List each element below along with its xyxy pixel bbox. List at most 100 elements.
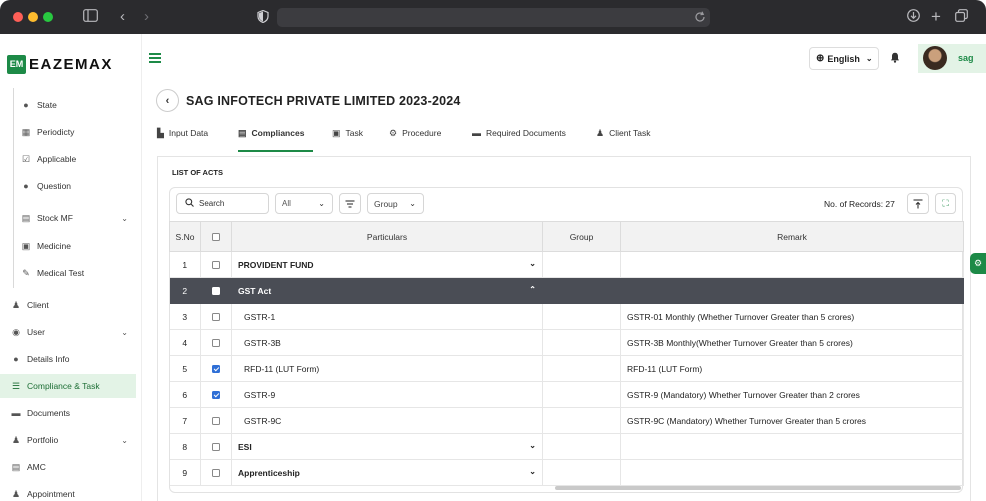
- settings-side-tab[interactable]: ⚙: [970, 253, 986, 274]
- table-row[interactable]: 8 ESI ⌄: [169, 433, 964, 460]
- list-title: LIST OF ACTS: [172, 168, 223, 177]
- sidebar-item-documents[interactable]: ▬ Documents: [0, 401, 136, 425]
- sidebar-item-compliance-task[interactable]: ☰ Compliance & Task: [0, 374, 136, 398]
- tab-input-data[interactable]: ▙ Input Data: [157, 128, 208, 152]
- language-select[interactable]: ⊕ English ⌄: [809, 47, 879, 70]
- back-arrow-icon[interactable]: ‹: [120, 9, 125, 25]
- chevron-down-icon[interactable]: ⌄: [529, 259, 536, 268]
- tab-required-documents[interactable]: ▬ Required Documents: [472, 128, 566, 152]
- row-checkbox[interactable]: [212, 443, 220, 452]
- tab-client-task[interactable]: ♟ Client Task: [596, 128, 651, 152]
- sidebar-item-portfolio[interactable]: ♟ Portfolio ⌄: [0, 428, 136, 452]
- stock-icon: ▤: [21, 212, 31, 223]
- table-row[interactable]: 5 RFD-11 (LUT Form) RFD-11 (LUT Form): [169, 355, 964, 382]
- notification-bell-icon[interactable]: [890, 52, 900, 66]
- chevron-down-icon[interactable]: ⌄: [529, 441, 536, 450]
- info-icon: ●: [13, 354, 19, 364]
- logo-mark: EM: [7, 54, 26, 74]
- chevron-down-icon: ⌄: [865, 54, 873, 63]
- row-checkbox[interactable]: [212, 391, 220, 400]
- row-checkbox[interactable]: [212, 339, 220, 348]
- column-header-select[interactable]: [200, 221, 232, 252]
- user-menu[interactable]: sag: [918, 44, 986, 73]
- sidebar-item-periodicty[interactable]: ▦ Periodicty: [0, 120, 136, 144]
- filter-button[interactable]: [339, 193, 361, 214]
- required-documents-icon: ▬: [472, 128, 481, 138]
- sort-button[interactable]: [907, 193, 929, 214]
- forward-arrow-icon[interactable]: ›: [144, 9, 149, 25]
- chevron-down-icon: ⌄: [121, 213, 128, 223]
- row-group: [542, 381, 621, 408]
- table-row[interactable]: 1 PROVIDENT FUND ⌄: [169, 251, 964, 278]
- sidebar-item-label: Appointment: [27, 489, 75, 499]
- row-sno: 4: [169, 329, 201, 356]
- table-row[interactable]: 2 GST Act ⌃: [169, 277, 964, 304]
- sidebar-item-medical-test[interactable]: ✎ Medical Test: [0, 261, 136, 285]
- sidebar-item-user[interactable]: ◉ User ⌄: [0, 320, 136, 344]
- logo[interactable]: EM EAZEMAX: [7, 54, 113, 74]
- row-checkbox[interactable]: [212, 365, 220, 374]
- table-row[interactable]: 9 Apprenticeship ⌄: [169, 459, 964, 486]
- row-group: [542, 329, 621, 356]
- table-row[interactable]: 3 GSTR-1 GSTR-01 Monthly (Whether Turnov…: [169, 303, 964, 330]
- table-row[interactable]: 4 GSTR-3B GSTR-3B Monthly(Whether Turnov…: [169, 329, 964, 356]
- back-button[interactable]: ‹: [156, 89, 179, 112]
- row-sno: 2: [169, 277, 201, 304]
- tab-label: Required Documents: [486, 128, 566, 138]
- maximize-window-button[interactable]: [43, 12, 53, 22]
- minimize-window-button[interactable]: [28, 12, 38, 22]
- row-particulars: Apprenticeship: [238, 467, 300, 478]
- tab-label: Task: [345, 128, 363, 138]
- address-bar[interactable]: [277, 8, 710, 27]
- sidebar-item-applicable[interactable]: ☑ Applicable: [0, 147, 136, 171]
- status-filter-value: All: [282, 199, 291, 208]
- sidebar-item-stock-mf[interactable]: ▤ Stock MF ⌄: [0, 206, 136, 230]
- table-row[interactable]: 6 GSTR-9 GSTR-9 (Mandatory) Whether Turn…: [169, 381, 964, 408]
- status-filter-select[interactable]: All ⌄: [275, 193, 333, 214]
- group-select[interactable]: Group ⌄: [367, 193, 424, 214]
- row-remark: [620, 251, 964, 278]
- row-remark: [620, 459, 964, 486]
- row-sno: 3: [169, 303, 201, 330]
- row-checkbox[interactable]: [212, 287, 220, 296]
- row-checkbox[interactable]: [212, 313, 220, 322]
- row-checkbox[interactable]: [212, 417, 220, 426]
- fullscreen-button[interactable]: ⛶: [935, 193, 956, 214]
- horizontal-scrollbar[interactable]: [555, 486, 961, 490]
- chevron-up-icon[interactable]: ⌃: [529, 285, 536, 294]
- shield-icon[interactable]: [257, 10, 269, 23]
- download-icon[interactable]: [907, 9, 920, 25]
- tab-task[interactable]: ▣ Task: [332, 128, 363, 152]
- row-checkbox[interactable]: [212, 469, 220, 478]
- sidebar-item-details-info[interactable]: ● Details Info: [0, 347, 136, 371]
- reload-icon[interactable]: [694, 11, 706, 23]
- client-task-icon: ♟: [596, 128, 605, 138]
- sidebar-item-question[interactable]: ● Question: [0, 174, 136, 198]
- table-row[interactable]: 7 GSTR-9C GSTR-9C (Mandatory) Whether Tu…: [169, 407, 964, 434]
- calendar-icon: ▦: [21, 126, 31, 137]
- new-tab-icon[interactable]: +: [931, 8, 941, 25]
- search-placeholder: Search: [199, 199, 225, 208]
- sidebar-item-label: Portfolio: [27, 435, 59, 445]
- tab-compliances[interactable]: ▤ Compliances: [238, 128, 313, 152]
- sidebar-item-client[interactable]: ♟ Client: [0, 293, 136, 317]
- sidebar-item-appointment[interactable]: ♟ Appointment: [0, 482, 136, 501]
- row-particulars: ESI: [238, 441, 252, 452]
- tab-overview-icon[interactable]: [955, 9, 968, 25]
- sidebar-toggle-icon[interactable]: [83, 9, 98, 25]
- sidebar-item-medicine[interactable]: ▣ Medicine: [0, 234, 136, 258]
- sidebar-item-label: AMC: [27, 462, 46, 472]
- sidebar-item-label: State: [37, 100, 57, 110]
- tab-procedure[interactable]: ⚙ Procedure: [389, 128, 441, 152]
- chevron-down-icon[interactable]: ⌄: [529, 467, 536, 476]
- tab-label: Procedure: [402, 128, 442, 138]
- row-remark: RFD-11 (LUT Form): [620, 355, 964, 382]
- row-checkbox[interactable]: [212, 261, 220, 270]
- close-window-button[interactable]: [13, 12, 23, 22]
- input-data-icon: ▙: [157, 128, 164, 138]
- sidebar-item-state[interactable]: ● State: [0, 93, 136, 117]
- menu-toggle-icon[interactable]: [149, 53, 161, 63]
- sidebar-item-amc[interactable]: ▤ AMC: [0, 455, 136, 479]
- select-all-checkbox[interactable]: [212, 233, 220, 242]
- search-input[interactable]: Search: [176, 193, 269, 214]
